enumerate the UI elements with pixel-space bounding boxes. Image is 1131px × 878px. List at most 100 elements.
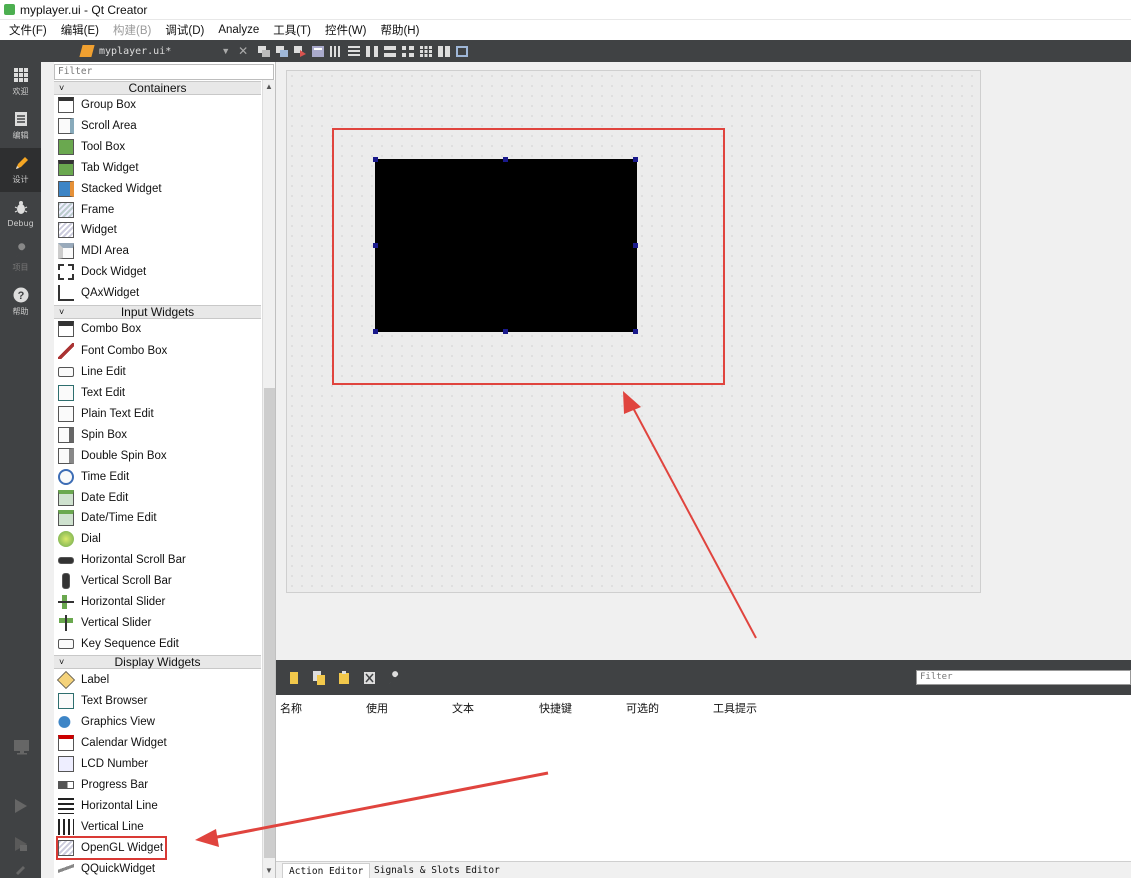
mode-edit[interactable]: 编辑 [0, 104, 41, 148]
design-canvas[interactable] [276, 62, 1131, 660]
column-header-shortcut[interactable]: 快捷键 [539, 700, 572, 716]
mode-welcome[interactable]: 欢迎 [0, 60, 41, 104]
column-header-checkable[interactable]: 可选的 [626, 700, 659, 716]
paste-action-icon[interactable] [338, 670, 351, 685]
opengl-widget-instance[interactable] [375, 159, 637, 332]
widget-item-widget[interactable]: Widget [58, 220, 117, 240]
widget-item-double-spin-box[interactable]: Double Spin Box [58, 446, 167, 466]
widget-item-text-browser[interactable]: Text Browser [58, 691, 147, 711]
widget-item-stacked-widget[interactable]: Stacked Widget [58, 179, 162, 199]
menu-file[interactable]: 文件(F) [2, 22, 54, 38]
action-filter-input[interactable]: Filter [916, 670, 1131, 685]
delete-action-icon[interactable] [363, 671, 376, 685]
layout-horizontal-icon[interactable] [330, 45, 342, 57]
resize-handle[interactable] [633, 243, 638, 248]
build-button[interactable] [0, 860, 41, 878]
scroll-down-icon[interactable]: ▼ [265, 866, 273, 875]
device-selector[interactable] [0, 730, 41, 766]
mode-help[interactable]: ? 帮助 [0, 280, 41, 324]
widget-item-opengl-widget[interactable]: OpenGL Widget [55, 836, 168, 860]
widget-item-progress-bar[interactable]: Progress Bar [58, 775, 148, 795]
widget-item-text-edit[interactable]: Text Edit [58, 383, 125, 403]
mode-projects[interactable]: 项目 [0, 236, 41, 280]
widget-item-graphics-view[interactable]: Graphics View [58, 712, 155, 732]
widget-item-dock-widget[interactable]: Dock Widget [58, 262, 146, 282]
mode-debug[interactable]: Debug [0, 192, 41, 236]
layout-grid-icon[interactable] [420, 45, 433, 57]
widget-item-vertical-slider[interactable]: Vertical Slider [58, 613, 151, 633]
widget-item-scroll-area[interactable]: Scroll Area [58, 116, 137, 136]
menu-debug[interactable]: 调试(D) [158, 22, 211, 38]
edit-tab-order-icon[interactable] [312, 45, 325, 57]
resize-handle[interactable] [503, 329, 508, 334]
category-display-widgets[interactable]: ˅ Display Widgets [54, 655, 261, 669]
edit-signals-slots-icon[interactable] [276, 45, 289, 57]
widget-item-datetime-edit[interactable]: Date/Time Edit [58, 508, 157, 528]
menu-analyze[interactable]: Analyze [211, 24, 266, 36]
layout-h-splitter-icon[interactable] [366, 45, 379, 57]
document-dropdown-icon[interactable]: ▼ [221, 46, 230, 56]
resize-handle[interactable] [373, 243, 378, 248]
category-containers[interactable]: ˅ Containers [54, 81, 261, 95]
menu-build[interactable]: 构建(B) [106, 22, 158, 38]
form-surface[interactable] [286, 70, 981, 593]
copy-action-icon[interactable] [313, 670, 326, 685]
action-editor-table[interactable]: 名称 使用 文本 快捷键 可选的 工具提示 [276, 695, 1131, 861]
menu-tools[interactable]: 工具(T) [266, 22, 318, 38]
widget-item-vertical-scroll-bar[interactable]: Vertical Scroll Bar [58, 571, 172, 591]
edit-widgets-icon[interactable] [258, 45, 271, 57]
column-header-tooltip[interactable]: 工具提示 [713, 700, 757, 716]
resize-handle[interactable] [373, 157, 378, 162]
open-document[interactable]: myplayer.ui* [79, 45, 171, 57]
widget-filter-input[interactable]: Filter [54, 64, 274, 80]
menu-edit[interactable]: 编辑(E) [54, 22, 106, 38]
widget-item-vertical-line[interactable]: Vertical Line [58, 817, 144, 837]
widget-item-tool-box[interactable]: Tool Box [58, 137, 125, 157]
resize-handle[interactable] [633, 329, 638, 334]
mode-design[interactable]: 设计 [0, 148, 41, 192]
widget-item-lcd-number[interactable]: LCD Number [58, 754, 148, 774]
scroll-up-icon[interactable]: ▲ [265, 82, 273, 91]
scrollbar-thumb[interactable] [264, 388, 275, 858]
edit-buddies-icon[interactable] [294, 45, 307, 57]
new-action-icon[interactable] [288, 671, 301, 685]
widget-item-horizontal-slider[interactable]: Horizontal Slider [58, 592, 165, 612]
widget-item-label[interactable]: Label [56, 670, 109, 690]
widget-item-time-edit[interactable]: Time Edit [58, 467, 129, 487]
widget-item-frame[interactable]: Frame [58, 200, 114, 220]
category-input-widgets[interactable]: ˅ Input Widgets [54, 305, 261, 319]
layout-vertical-icon[interactable] [348, 45, 361, 57]
widget-item-qaxwidget[interactable]: QAxWidget [58, 283, 139, 303]
widget-item-group-box[interactable]: Group Box [58, 95, 136, 115]
column-header-text[interactable]: 文本 [452, 700, 474, 716]
widget-item-mdi-area[interactable]: MDI Area [58, 241, 129, 261]
widget-item-font-combo-box[interactable]: Font Combo Box [58, 341, 167, 361]
resize-handle[interactable] [373, 329, 378, 334]
resize-handle[interactable] [503, 157, 508, 162]
widget-item-plain-text-edit[interactable]: Plain Text Edit [58, 404, 154, 424]
widget-item-date-edit[interactable]: Date Edit [58, 488, 128, 508]
column-header-used[interactable]: 使用 [366, 700, 388, 716]
widget-item-horizontal-line[interactable]: Horizontal Line [58, 796, 158, 816]
menu-help[interactable]: 帮助(H) [373, 22, 426, 38]
widget-item-line-edit[interactable]: Line Edit [58, 362, 126, 382]
break-layout-icon[interactable] [438, 45, 451, 57]
widget-item-calendar-widget[interactable]: Calendar Widget [58, 733, 167, 753]
run-button[interactable] [0, 792, 41, 822]
widget-item-dial[interactable]: Dial [58, 529, 101, 549]
adjust-size-icon[interactable] [456, 45, 469, 57]
resize-handle[interactable] [633, 157, 638, 162]
widget-item-qquickwidget[interactable]: QQuickWidget [58, 859, 155, 878]
widget-item-key-sequence-edit[interactable]: Key Sequence Edit [58, 634, 179, 654]
configure-action-icon[interactable] [388, 670, 401, 685]
widget-box-scrollbar[interactable]: ▲ ▼ [262, 80, 275, 878]
tab-action-editor[interactable]: Action Editor [282, 863, 371, 878]
column-header-name[interactable]: 名称 [280, 700, 302, 716]
tab-signals-slots-editor[interactable]: Signals & Slots Editor [368, 863, 506, 878]
layout-v-splitter-icon[interactable] [384, 45, 397, 57]
widget-item-spin-box[interactable]: Spin Box [58, 425, 127, 445]
menu-widgets[interactable]: 控件(W) [318, 22, 374, 38]
close-document-icon[interactable]: ✕ [238, 44, 248, 58]
debug-run-button[interactable] [0, 830, 41, 860]
widget-item-tab-widget[interactable]: Tab Widget [58, 158, 139, 178]
